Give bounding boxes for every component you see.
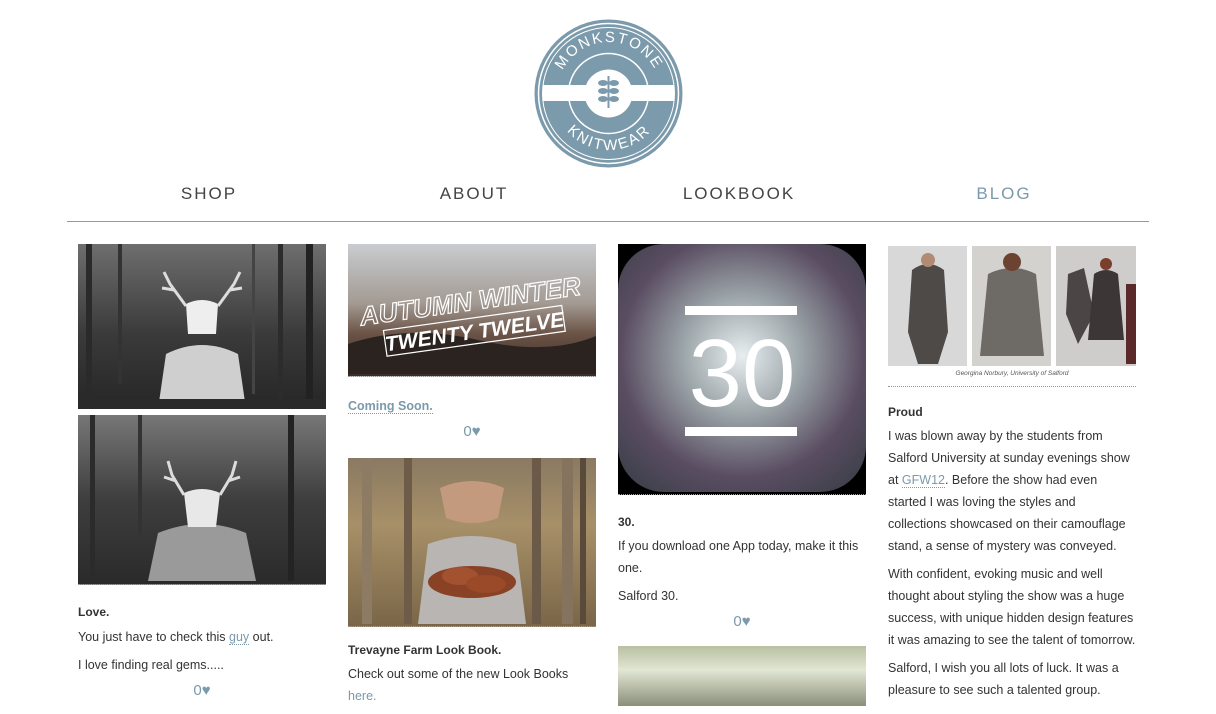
like-count: 0 [463, 423, 472, 440]
post-paragraph: You just have to check this guy out. [78, 630, 274, 645]
like-count: 0 [193, 682, 202, 699]
brand-logo[interactable]: MONKSTONE KNITWEAR [533, 18, 684, 169]
post-image[interactable]: Georgina Norbury, University of Salford [888, 244, 1136, 387]
heart-icon[interactable]: ♥ [202, 682, 211, 699]
post-paragraph: Check out some of the new Look Books here… [348, 667, 569, 703]
nav-shop[interactable]: SHOP [109, 184, 309, 204]
post-image[interactable] [348, 458, 596, 627]
post-love: Love. You just have to check this guy ou… [78, 244, 326, 699]
post-title: 30. [618, 515, 635, 529]
heart-icon[interactable]: ♥ [742, 613, 751, 630]
app-icon-image[interactable]: 30 [618, 244, 866, 495]
post-title: Love. [78, 605, 110, 619]
nav-blog[interactable]: BLOG [904, 184, 1104, 204]
like-counter[interactable]: 0♥ [78, 682, 326, 699]
image-caption: Georgina Norbury, University of Salford [955, 370, 1069, 377]
post-paragraph: I love finding real gems..... [78, 658, 224, 672]
post-title: Trevayne Farm Look Book. [348, 643, 502, 657]
nav-lookbook[interactable]: LOOKBOOK [639, 184, 839, 204]
gfw12-link[interactable]: GFW12 [901, 473, 945, 488]
post-paragraph: Coming Soon. [348, 395, 596, 417]
heart-icon[interactable]: ♥ [472, 423, 481, 440]
post-paragraph: I was blown away by the students from Sa… [888, 429, 1130, 553]
app-icon-number: 30 [689, 320, 796, 427]
like-counter[interactable]: 0♥ [618, 613, 866, 630]
post-image[interactable]: AUTUMN WINTER TWENTY TWELVE [348, 244, 596, 377]
post-paragraph: With confident, evoking music and well t… [888, 567, 1136, 647]
post-title: Proud [888, 405, 923, 419]
main-nav: SHOP ABOUT LOOKBOOK BLOG [67, 178, 1149, 222]
post-paragraph: Salford 30. [618, 589, 679, 603]
post-image[interactable] [78, 244, 326, 409]
guy-link[interactable]: guy [229, 630, 250, 645]
like-count: 0 [733, 613, 742, 630]
post-proud: Georgina Norbury, University of Salford … [888, 244, 1136, 701]
post-paragraph: If you download one App today, make it t… [618, 539, 859, 575]
post-image[interactable] [78, 415, 326, 585]
post-image[interactable] [618, 646, 866, 706]
coming-soon-link[interactable]: Coming Soon. [348, 399, 433, 414]
here-link[interactable]: here. [348, 689, 377, 703]
post-coming-soon: AUTUMN WINTER TWENTY TWELVE Coming Soon.… [348, 244, 596, 707]
post-paragraph: Salford, I wish you all lots of luck. It… [888, 661, 1119, 697]
like-counter[interactable]: 0♥ [348, 423, 596, 440]
post-thirty: 30 30. If you download one App today, ma… [618, 244, 866, 706]
nav-about[interactable]: ABOUT [374, 184, 574, 204]
